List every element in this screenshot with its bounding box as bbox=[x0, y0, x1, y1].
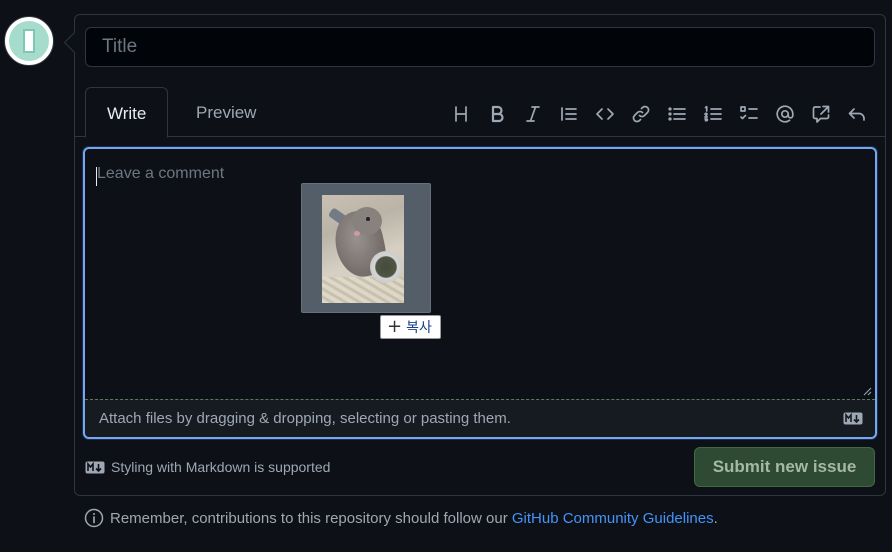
bold-icon[interactable] bbox=[479, 99, 515, 129]
task-list-icon[interactable] bbox=[731, 99, 767, 129]
code-icon[interactable] bbox=[587, 99, 623, 129]
attach-files-text: Attach files by dragging & dropping, sel… bbox=[99, 410, 511, 427]
unordered-list-icon[interactable] bbox=[659, 99, 695, 129]
guidelines-prefix: Remember, contributions to this reposito… bbox=[110, 509, 512, 527]
text-caret bbox=[96, 167, 97, 186]
info-icon bbox=[84, 508, 104, 528]
dragged-image-thumbnail bbox=[322, 195, 404, 303]
submit-new-issue-button[interactable]: Submit new issue bbox=[694, 447, 875, 487]
reply-icon[interactable] bbox=[839, 99, 875, 129]
editor-tabbar: Write Preview bbox=[75, 87, 885, 138]
mention-icon[interactable] bbox=[767, 99, 803, 129]
attach-files-bar[interactable]: Attach files by dragging & dropping, sel… bbox=[85, 399, 875, 437]
plus-icon: + bbox=[387, 316, 403, 337]
comment-textarea[interactable] bbox=[85, 149, 875, 399]
food-bowl bbox=[370, 251, 402, 283]
markdown-toolbar bbox=[443, 99, 875, 129]
drag-preview bbox=[301, 183, 431, 313]
copy-label: 복사 bbox=[406, 320, 432, 336]
guidelines-suffix: . bbox=[713, 509, 718, 527]
new-issue-page: Write Preview bbox=[0, 0, 892, 552]
comment-box: Attach files by dragging & dropping, sel… bbox=[83, 147, 877, 439]
identicon bbox=[9, 21, 49, 61]
avatar[interactable] bbox=[4, 16, 54, 66]
community-guidelines-link[interactable]: GitHub Community Guidelines bbox=[512, 510, 714, 527]
issue-form: Write Preview bbox=[74, 14, 886, 496]
hamster-nose bbox=[354, 231, 360, 236]
markdown-icon bbox=[843, 412, 863, 425]
tab-preview[interactable]: Preview bbox=[175, 87, 277, 138]
resize-handle-icon[interactable] bbox=[863, 387, 872, 396]
title-input[interactable] bbox=[85, 27, 875, 67]
markdown-note-text: Styling with Markdown is supported bbox=[111, 459, 331, 475]
italic-icon[interactable] bbox=[515, 99, 551, 129]
ordered-list-icon[interactable] bbox=[695, 99, 731, 129]
quote-icon[interactable] bbox=[551, 99, 587, 129]
markdown-note: Styling with Markdown is supported bbox=[85, 459, 330, 475]
tab-write[interactable]: Write bbox=[85, 87, 169, 138]
guidelines-note: Remember, contributions to this reposito… bbox=[84, 508, 718, 528]
drag-copy-badge: + 복사 bbox=[380, 315, 441, 339]
cross-reference-icon[interactable] bbox=[803, 99, 839, 129]
link-icon[interactable] bbox=[623, 99, 659, 129]
heading-icon[interactable] bbox=[443, 99, 479, 129]
hamster-eye bbox=[366, 217, 370, 221]
markdown-icon bbox=[85, 461, 105, 473]
